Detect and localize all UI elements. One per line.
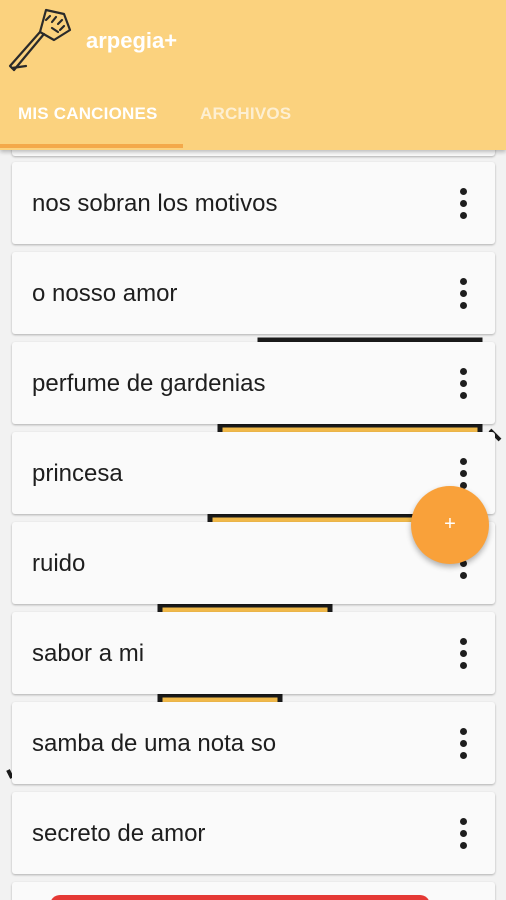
list-item-partial bbox=[12, 150, 495, 156]
song-title: sabor a mi bbox=[32, 640, 145, 667]
song-item[interactable]: o nosso amor bbox=[12, 252, 495, 334]
red-banner bbox=[50, 895, 430, 900]
song-item[interactable]: nos sobran los motivos bbox=[12, 162, 495, 244]
song-title: secreto de amor bbox=[32, 820, 206, 847]
song-title: princesa bbox=[32, 460, 123, 487]
song-title: nos sobran los motivos bbox=[32, 190, 278, 217]
song-item[interactable]: perfume de gardenias bbox=[12, 342, 495, 424]
song-item[interactable]: secreto de amor bbox=[12, 792, 495, 874]
tab-mis-canciones[interactable]: MIS CANCIONES bbox=[18, 104, 158, 124]
more-options-icon[interactable] bbox=[457, 726, 467, 762]
toolbar: arpegia+ bbox=[0, 0, 506, 84]
more-options-icon[interactable] bbox=[457, 276, 467, 312]
song-title: o nosso amor bbox=[32, 280, 178, 307]
more-options-icon[interactable] bbox=[457, 186, 467, 222]
app-title: arpegia+ bbox=[86, 28, 178, 53]
more-options-icon[interactable] bbox=[457, 816, 467, 852]
more-options-icon[interactable] bbox=[457, 636, 467, 672]
tab-archivos[interactable]: ARCHIVOS bbox=[200, 104, 291, 124]
song-item[interactable]: samba de uma nota so bbox=[12, 702, 495, 784]
tab-indicator bbox=[0, 144, 183, 148]
tab-bar: MIS CANCIONES ARCHIVOS bbox=[0, 84, 506, 150]
song-item[interactable]: sabor a mi bbox=[12, 612, 495, 694]
guitar-logo-icon bbox=[8, 8, 72, 72]
add-song-button[interactable]: + bbox=[411, 486, 489, 564]
song-title: ruido bbox=[32, 550, 86, 577]
more-options-icon[interactable] bbox=[457, 366, 467, 402]
song-title: samba de uma nota so bbox=[32, 730, 277, 757]
song-title: perfume de gardenias bbox=[32, 370, 266, 397]
app-bar: arpegia+ MIS CANCIONES ARCHIVOS bbox=[0, 0, 506, 150]
